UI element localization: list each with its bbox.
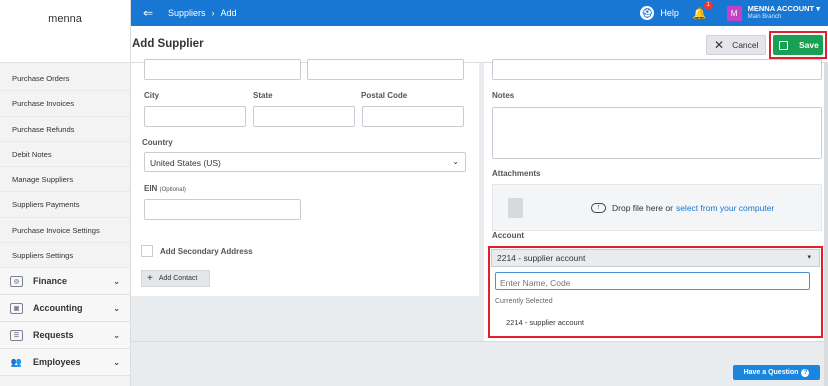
notes-label: Notes — [492, 91, 515, 100]
chevron-down-icon: ⌄ — [113, 276, 120, 286]
sidebar-item-employees[interactable]: 👥 Employees ⌄ — [0, 349, 130, 377]
sidebar-submenu: Purchase Orders Purchase Invoices Purcha… — [0, 63, 130, 269]
sidebar-item-label: Employees — [33, 357, 81, 368]
bell-icon[interactable]: 🔔 1 — [693, 0, 713, 20]
select-file-link[interactable]: select from your computer — [676, 203, 774, 213]
account-value: 2214 - supplier account — [497, 253, 586, 263]
attachment-dropzone[interactable]: ↑ Drop file here or select from your com… — [492, 184, 822, 231]
add-contact-button[interactable]: + Add Contact — [141, 270, 210, 287]
sidebar: menna Purchase Orders Purchase Invoices … — [0, 0, 131, 386]
help-link[interactable]: Help — [660, 8, 679, 18]
account-label: Account — [492, 231, 524, 240]
chevron-down-icon: ⌄ — [452, 157, 459, 166]
breadcrumb-suppliers[interactable]: Suppliers — [168, 8, 206, 18]
sidebar-item-manage-suppliers[interactable]: Manage Suppliers — [0, 167, 130, 193]
account-menu[interactable]: MENNA ACCOUNT ▾ Main Branch — [748, 4, 820, 22]
sidebar-item-purchase-invoices[interactable]: Purchase Invoices — [0, 91, 130, 117]
address-line-input[interactable] — [144, 59, 301, 80]
ein-optional-hint: (Optional) — [159, 187, 186, 193]
requests-icon: ☰ — [10, 329, 23, 341]
ein-input[interactable] — [144, 199, 301, 220]
have-a-question-label: Have a Question — [743, 369, 799, 376]
account-name: MENNA ACCOUNT ▾ — [747, 4, 820, 13]
breadcrumb-add: Add — [220, 8, 237, 18]
country-select[interactable]: United States (US) ⌄ — [144, 152, 466, 172]
employees-icon: 👥 — [10, 356, 23, 367]
content-area: City State Postal Code Country United St… — [131, 59, 828, 386]
chevron-down-icon: ⌄ — [113, 357, 120, 367]
currently-selected-header: Currently Selected — [495, 298, 553, 305]
ein-label: EIN (Optional) — [144, 184, 186, 193]
upload-prompt: ↑ Drop file here or select from your com… — [591, 202, 774, 213]
sidebar-item-label: Requests — [33, 330, 74, 341]
account-option[interactable]: 2214 - supplier account — [490, 312, 821, 334]
sidebar-item-purchase-invoice-settings[interactable]: Purchase Invoice Settings — [0, 218, 130, 244]
secondary-address-label[interactable]: Add Secondary Address — [160, 247, 253, 256]
address-line-2-input[interactable] — [307, 59, 464, 80]
breadcrumb: Suppliers › Add — [168, 8, 237, 18]
country-label: Country — [142, 138, 173, 147]
supplier-address-panel: City State Postal Code Country United St… — [131, 59, 479, 296]
top-right-area: ⛑ Help 🔔 1 M MENNA ACCOUNT ▾ Main Branch — [640, 0, 820, 22]
sidebar-item-accounting[interactable]: ▣ Accounting ⌄ — [0, 295, 130, 323]
sidebar-item-debit-notes[interactable]: Debit Notes — [0, 142, 130, 168]
sidebar-item-suppliers-payments[interactable]: Suppliers Payments — [0, 192, 130, 218]
branch-name: Main Branch — [747, 14, 782, 20]
chevron-down-icon: ⌄ — [113, 303, 120, 313]
country-value: United States (US) — [150, 158, 221, 168]
top-bar: ⇐ Suppliers › Add ⛑ Help 🔔 1 M MENNA ACCOUN… — [131, 0, 828, 26]
save-label: Save — [799, 40, 819, 50]
state-label: State — [253, 91, 273, 100]
save-icon — [779, 40, 788, 50]
breadcrumb-separator-icon: › — [211, 8, 215, 18]
postal-code-label: Postal Code — [361, 91, 408, 100]
account-dropdown: 2214 - supplier account ▾ Currently Sele… — [488, 246, 823, 338]
sidebar-item-purchase-refunds[interactable]: Purchase Refunds — [0, 117, 130, 142]
save-button[interactable]: Save — [773, 35, 823, 55]
add-contact-label: Add Contact — [158, 275, 198, 282]
question-icon: ? — [801, 368, 810, 377]
secondary-address-checkbox[interactable] — [141, 245, 153, 257]
postal-code-input[interactable] — [362, 106, 464, 127]
scrollbar[interactable] — [824, 63, 828, 386]
account-search-input[interactable] — [495, 272, 810, 290]
finance-icon: ◎ — [10, 275, 23, 287]
close-icon: ✕ — [714, 38, 725, 52]
help-icon[interactable]: ⛑ — [640, 6, 655, 20]
bottom-band — [131, 341, 828, 386]
app: menna Purchase Orders Purchase Invoices … — [0, 0, 828, 386]
page-title: Add Supplier — [132, 38, 204, 50]
sidebar-item-purchase-orders[interactable]: Purchase Orders — [0, 66, 130, 92]
drop-text: Drop file here or — [612, 202, 673, 213]
account-select[interactable]: 2214 - supplier account ▾ — [491, 249, 820, 267]
avatar[interactable]: M — [726, 5, 742, 21]
sidebar-item-requests[interactable]: ☰ Requests ⌄ — [0, 322, 130, 350]
attachments-label: Attachments — [492, 169, 541, 178]
cancel-label: Cancel — [732, 40, 759, 50]
upload-cloud-icon: ↑ — [591, 202, 606, 213]
cancel-button[interactable]: ✕ Cancel — [706, 35, 766, 55]
sidebar-item-label: Finance — [33, 276, 68, 287]
sidebar-item-suppliers-settings[interactable]: Suppliers Settings — [0, 243, 130, 269]
accounting-icon: ▣ — [10, 302, 23, 314]
save-highlight: Save — [769, 31, 827, 59]
caret-down-icon: ▾ — [807, 254, 811, 261]
back-arrow-icon[interactable]: ⇐ — [143, 7, 153, 19]
have-a-question-button[interactable]: Have a Question ? — [733, 365, 820, 380]
sidebar-item-finance[interactable]: ◎ Finance ⌄ — [0, 268, 130, 296]
city-input[interactable] — [144, 106, 246, 127]
sidebar-item-label: Accounting — [33, 303, 83, 314]
plus-icon: + — [147, 273, 153, 284]
file-icon — [508, 197, 523, 218]
title-bar: Add Supplier ✕ Cancel Save — [131, 26, 828, 63]
notification-badge: 1 — [703, 0, 713, 10]
city-label: City — [144, 91, 160, 100]
notes-textarea[interactable] — [492, 107, 822, 159]
state-input[interactable] — [253, 106, 355, 127]
notes-attachments-panel: Notes Attachments ↑ Drop file here or se… — [484, 59, 828, 341]
email-input[interactable] — [492, 59, 822, 80]
chevron-down-icon: ⌄ — [113, 330, 120, 340]
brand-logo[interactable]: menna — [0, 0, 130, 63]
